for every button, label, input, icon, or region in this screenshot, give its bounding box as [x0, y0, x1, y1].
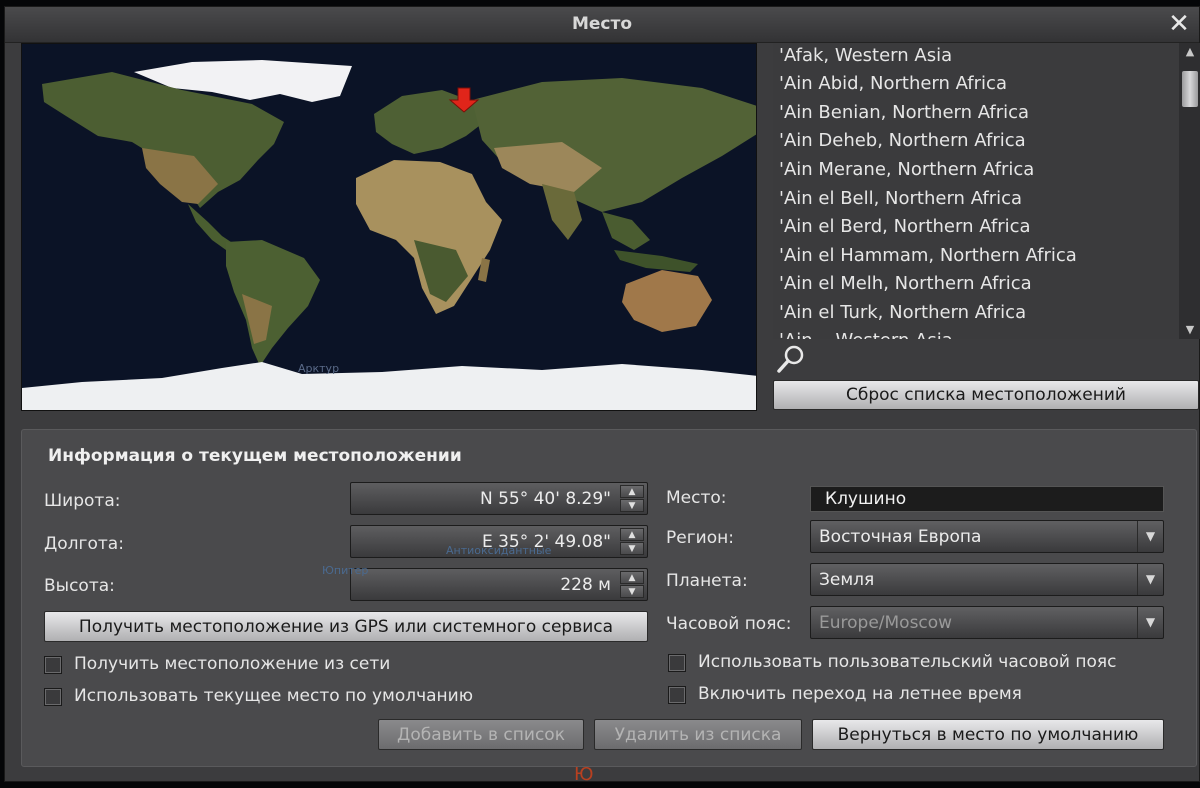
latitude-spinbox[interactable]: N 55° 40' 8.29" ▲ ▼: [350, 482, 648, 515]
altitude-label: Высота:: [44, 576, 115, 596]
return-to-default-button[interactable]: Вернуться в место по умолчанию: [812, 719, 1164, 750]
custom-timezone-label: Использовать пользовательский часовой по…: [698, 652, 1117, 672]
chevron-down-icon: ▼: [1137, 564, 1163, 595]
scroll-up-icon[interactable]: ▲: [1179, 43, 1200, 61]
place-name-value: Клушино: [825, 489, 907, 509]
network-location-label: Получить местоположение из сети: [74, 654, 391, 674]
timezone-label: Часовой пояс:: [666, 614, 792, 634]
use-as-default-label: Использовать текущее место по умолчанию: [74, 686, 474, 706]
chevron-down-icon: ▼: [1137, 521, 1163, 552]
current-location-panel: Информация о текущем местоположении Широ…: [21, 429, 1197, 767]
timezone-value: Europe/Moscow: [819, 613, 953, 633]
scroll-thumb[interactable]: [1182, 71, 1198, 107]
latitude-down-icon[interactable]: ▼: [620, 499, 644, 512]
altitude-spinbox[interactable]: 228 м ▲ ▼: [350, 568, 648, 601]
latitude-value: N 55° 40' 8.29": [479, 489, 611, 509]
gps-location-button[interactable]: Получить местоположение из GPS или систе…: [44, 611, 648, 642]
list-item[interactable]: 'Ain... Western Asia: [779, 330, 953, 339]
planet-dropdown[interactable]: Земля ▼: [810, 563, 1164, 596]
place-name-field[interactable]: Клушино: [810, 486, 1164, 512]
dst-label: Включить переход на летнее время: [698, 684, 1022, 704]
list-item[interactable]: 'Ain Abid, Northern Africa: [779, 73, 1007, 101]
planet-label: Планета:: [666, 571, 748, 591]
region-value: Восточная Европа: [819, 527, 982, 547]
longitude-label: Долгота:: [44, 534, 124, 554]
title-bar[interactable]: Место ✕: [5, 7, 1199, 43]
region-dropdown[interactable]: Восточная Европа ▼: [810, 520, 1164, 553]
location-window: Место ✕ Арктур 'Afak, Western Asia 'Ain …: [4, 6, 1200, 782]
list-item[interactable]: 'Ain el Hammam, Northern Africa: [779, 245, 1077, 273]
world-map[interactable]: Арктур: [21, 43, 757, 411]
list-item[interactable]: 'Afak, Western Asia: [779, 45, 952, 73]
close-icon[interactable]: ✕: [1165, 10, 1193, 38]
list-item[interactable]: 'Ain el Melh, Northern Africa: [779, 273, 1032, 301]
longitude-up-icon[interactable]: ▲: [620, 528, 644, 541]
map-star-label: Арктур: [298, 362, 340, 375]
altitude-value: 228 м: [560, 575, 611, 595]
use-as-default-checkbox[interactable]: [44, 688, 62, 706]
custom-timezone-checkbox[interactable]: [668, 654, 686, 672]
latitude-label: Широта:: [44, 491, 121, 511]
add-to-list-button[interactable]: Добавить в список: [378, 719, 584, 750]
list-item[interactable]: 'Ain el Bell, Northern Africa: [779, 188, 1022, 216]
search-icon[interactable]: [775, 341, 809, 375]
region-label: Регион:: [666, 528, 734, 548]
altitude-up-icon[interactable]: ▲: [620, 571, 644, 584]
dst-checkbox[interactable]: [668, 686, 686, 704]
window-title: Место: [571, 14, 633, 34]
search-field[interactable]: [773, 341, 1177, 375]
list-item[interactable]: 'Ain el Berd, Northern Africa: [779, 216, 1031, 244]
panel-heading: Информация о текущем местоположении: [48, 446, 462, 466]
location-list[interactable]: 'Afak, Western Asia 'Ain Abid, Northern …: [773, 43, 1200, 339]
list-item[interactable]: 'Ain el Turk, Northern Africa: [779, 302, 1026, 330]
reset-locations-button[interactable]: Сброс списка местоположений: [773, 380, 1199, 410]
remove-from-list-button[interactable]: Удалить из списка: [594, 719, 802, 750]
place-label: Место:: [666, 488, 727, 508]
longitude-down-icon[interactable]: ▼: [620, 542, 644, 555]
world-map-image: [22, 44, 756, 410]
network-location-checkbox[interactable]: [44, 656, 62, 674]
list-item[interactable]: 'Ain Benian, Northern Africa: [779, 102, 1029, 130]
list-scrollbar[interactable]: ▲ ▼: [1179, 43, 1200, 339]
timezone-dropdown[interactable]: Europe/Moscow ▼: [810, 606, 1164, 639]
list-item[interactable]: 'Ain Merane, Northern Africa: [779, 159, 1034, 187]
chevron-down-icon: ▼: [1137, 607, 1163, 638]
latitude-up-icon[interactable]: ▲: [620, 485, 644, 498]
altitude-down-icon[interactable]: ▼: [620, 585, 644, 598]
scroll-down-icon[interactable]: ▼: [1179, 321, 1200, 339]
background-star-label: Юпитер: [322, 564, 369, 577]
planet-value: Земля: [819, 570, 875, 590]
background-glyph: Ю: [574, 764, 594, 785]
list-item[interactable]: 'Ain Deheb, Northern Africa: [779, 130, 1026, 158]
background-star-label: Антиоксидантные: [446, 544, 552, 557]
